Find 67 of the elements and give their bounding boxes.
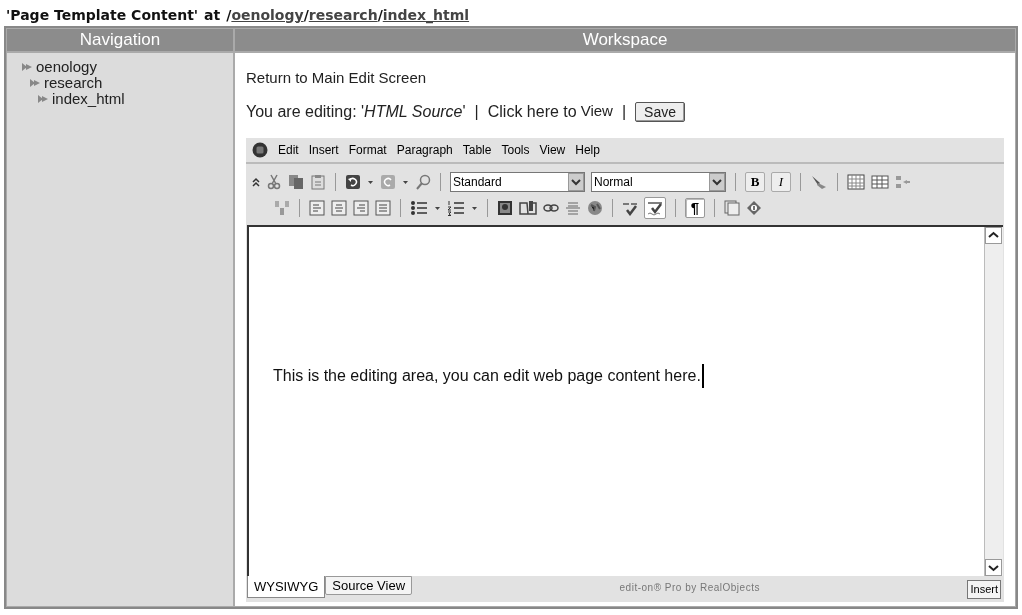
menu-item[interactable]: Help — [575, 140, 600, 159]
cut-icon[interactable] — [266, 173, 282, 190]
dropdown-field[interactable]: Standard — [450, 171, 585, 192]
scroll-up-icon[interactable] — [985, 226, 1002, 244]
tree-item-link[interactable]: index_html — [52, 91, 125, 107]
navigation-header: Navigation — [7, 29, 233, 51]
tree-item-link[interactable]: oenology — [36, 59, 97, 75]
undo-icon[interactable] — [345, 173, 361, 190]
paragraph-marks-button[interactable]: ¶ — [685, 197, 705, 218]
menu-item[interactable]: Format — [348, 140, 387, 159]
breadcrumb-link[interactable]: index_html — [382, 4, 470, 26]
frame-icon[interactable] — [724, 199, 740, 216]
collapse-icon[interactable] — [252, 176, 260, 187]
logo-icon[interactable] — [252, 141, 268, 158]
title-text: at — [204, 5, 221, 25]
scrollbar[interactable] — [984, 226, 1003, 576]
brush-icon[interactable] — [810, 173, 828, 190]
mode-indicator: Insert — [967, 580, 1001, 599]
editor-tab[interactable]: WYSIWYG — [247, 576, 326, 598]
menu-item[interactable]: Paragraph — [396, 140, 453, 159]
content-text: This is the editing area, you can edit web page content here. — [273, 364, 704, 389]
bold-button[interactable]: B — [745, 171, 765, 192]
merge-cells-icon[interactable] — [895, 174, 911, 189]
menu-item[interactable]: Table — [462, 140, 492, 159]
search-icon[interactable] — [415, 173, 431, 190]
italic-button[interactable]: I — [771, 171, 791, 192]
book-icon[interactable] — [519, 199, 537, 216]
paste-icon[interactable] — [310, 173, 326, 190]
table-icon[interactable] — [847, 173, 865, 190]
editing-status: You are editing: 'HTML Source' — [246, 101, 466, 122]
workspace-header: Workspace — [235, 29, 1015, 51]
save-button[interactable]: Save — [635, 101, 685, 122]
link-icon[interactable] — [543, 201, 559, 214]
editor-tab[interactable]: Source View — [325, 576, 413, 595]
copy-icon[interactable] — [288, 173, 304, 190]
path-separator: / — [303, 5, 309, 25]
divider-text: | — [621, 101, 627, 122]
credit-text: edit-on® Pro by RealObjects — [618, 581, 761, 595]
table-grid-icon[interactable] — [871, 174, 889, 189]
breadcrumb-link[interactable]: research — [308, 4, 378, 26]
menu-item[interactable]: Edit — [278, 140, 299, 159]
split-cells-icon[interactable] — [274, 199, 290, 216]
path-separator: / — [377, 5, 383, 23]
scroll-down-icon[interactable] — [985, 559, 1002, 576]
label-text: Click here to — [487, 101, 577, 122]
page-title: 'Page Template Content' — [6, 5, 199, 25]
tree-node-icon — [37, 93, 49, 105]
editing-area[interactable]: This is the editing area, you can edit web page content here. — [247, 224, 1003, 576]
menu-item[interactable]: Tools — [501, 140, 530, 159]
return-link[interactable]: Return to Main Edit Screen — [246, 67, 427, 90]
dropdown-value: Standard — [452, 173, 503, 191]
view-link[interactable]: View — [580, 99, 613, 124]
dropdown-field[interactable]: Normal — [591, 171, 726, 192]
tree-node-icon — [29, 77, 41, 89]
image-icon[interactable] — [497, 199, 513, 216]
bullet-list-icon[interactable] — [410, 199, 428, 216]
menu-item[interactable]: Insert — [308, 140, 339, 159]
info-icon[interactable] — [746, 199, 762, 216]
divider-text: | — [474, 101, 479, 122]
tree-node-icon — [21, 61, 33, 73]
path-separator: / — [226, 5, 232, 25]
breadcrumb-link[interactable]: oenology — [231, 4, 304, 26]
dropdown-value: Normal — [593, 173, 634, 191]
globe-icon[interactable] — [587, 199, 603, 216]
menu-item[interactable]: View — [539, 140, 566, 159]
tree-item-link[interactable]: research — [44, 75, 103, 91]
numbered-list-icon[interactable] — [447, 199, 465, 216]
